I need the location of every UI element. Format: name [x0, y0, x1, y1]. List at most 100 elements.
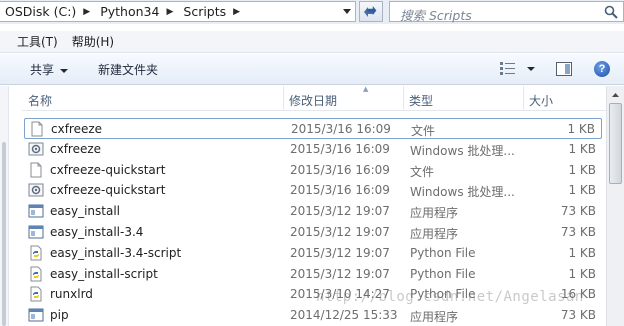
file-size: 1 KB	[568, 141, 596, 156]
file-type: Windows 批处理...	[410, 143, 515, 158]
menu-bar: 工具(T) 帮助(H)	[0, 31, 624, 53]
scrollbar-thumb[interactable]	[609, 103, 622, 184]
file-name: cxfreeze	[51, 122, 103, 136]
menu-tools[interactable]: 工具(T)	[17, 33, 58, 50]
file-type: Python File	[410, 245, 476, 260]
file-size: 1 KB	[568, 162, 596, 177]
watermark-text: http://blog.csdn.net/Angelasan	[316, 289, 584, 305]
column-header-date[interactable]: 修改日期	[289, 92, 337, 109]
file-type: 应用程序	[410, 206, 459, 221]
column-header-size[interactable]: 大小	[529, 92, 553, 109]
breadcrumb-chevron-icon[interactable]: ▶	[228, 7, 244, 17]
file-row[interactable]: easy_install-script 2015/3/12 19:07 Pyth…	[24, 264, 602, 285]
file-name: easy_install-3.4	[50, 224, 144, 239]
file-date: 2015/3/12 19:07	[290, 266, 390, 281]
menu-help[interactable]: 帮助(H)	[72, 33, 114, 50]
file-row[interactable]: pip 2014/12/25 15:33 应用程序 73 KB	[24, 305, 602, 326]
help-icon[interactable]: ?	[594, 61, 610, 77]
navigation-pane-scrollbar[interactable]	[0, 86, 9, 326]
refresh-icon	[364, 5, 377, 17]
command-toolbar: 共享 新建文件夹 ?	[0, 54, 624, 85]
column-divider[interactable]	[283, 86, 284, 110]
file-row[interactable]: easy_install-3.4-script 2015/3/12 19:07 …	[24, 243, 602, 264]
sort-arrow-icon: ▲	[363, 85, 369, 93]
search-icon[interactable]	[604, 5, 618, 19]
file-date: 2015/3/16 16:09	[291, 122, 391, 136]
chevron-down-icon	[527, 67, 535, 71]
vertical-scrollbar[interactable]	[606, 86, 624, 326]
share-button[interactable]: 共享	[30, 61, 69, 78]
column-headers: 名称 ▲ 修改日期 类型 大小	[22, 85, 606, 111]
file-size: 1 KB	[568, 183, 596, 198]
file-date: 2015/3/16 16:09	[290, 183, 390, 198]
file-size: 1 KB	[568, 266, 596, 281]
breadcrumb-chevron-icon[interactable]: ▶	[78, 7, 94, 17]
file-type: 应用程序	[410, 226, 459, 241]
search-placeholder: 搜索 Scripts	[400, 8, 472, 23]
chevron-down-icon	[343, 9, 351, 14]
view-list-icon	[500, 62, 515, 75]
file-type: Windows 批处理...	[410, 185, 515, 200]
file-size: 73 KB	[560, 224, 596, 239]
column-header-type[interactable]: 类型	[409, 92, 433, 109]
file-row[interactable]: easy_install-3.4 2015/3/12 19:07 应用程序 73…	[24, 222, 602, 243]
exe-icon	[28, 203, 44, 219]
file-date: 2015/3/12 19:07	[290, 204, 390, 219]
chevron-down-icon	[60, 68, 69, 73]
file-name: easy_install-3.4-script	[50, 245, 182, 260]
new-folder-label: 新建文件夹	[98, 63, 159, 77]
file-date: 2015/3/16 16:09	[290, 141, 390, 156]
exe-icon	[28, 224, 44, 240]
column-divider[interactable]	[403, 86, 404, 110]
change-view-button[interactable]	[499, 61, 535, 75]
file-size: 1 KB	[568, 245, 596, 260]
file-name: easy_install-script	[50, 266, 158, 281]
breadcrumb-python34[interactable]: Python34	[94, 4, 161, 19]
file-name: cxfreeze-quickstart	[50, 162, 166, 177]
file-name: cxfreeze-quickstart	[50, 183, 166, 198]
file-row[interactable]: cxfreeze-quickstart 2015/3/16 16:09 Wind…	[24, 180, 602, 201]
file-row[interactable]: easy_install 2015/3/12 19:07 应用程序 73 KB	[24, 201, 602, 222]
breadcrumb-chevron-icon[interactable]: ▶	[161, 7, 177, 17]
file-list-pane: 名称 ▲ 修改日期 类型 大小 cxfreeze 2015/3/16 16:09…	[0, 85, 624, 326]
python-file-icon	[28, 286, 44, 302]
breadcrumb-scripts[interactable]: Scripts	[177, 4, 228, 19]
batch-file-icon	[28, 141, 44, 157]
python-file-icon	[28, 266, 44, 282]
file-size: 1 KB	[567, 122, 595, 136]
address-bar-row: OSDisk (C:) ▶ Python34 ▶ Scripts ▶ 搜索 Sc…	[0, 0, 624, 24]
refresh-button[interactable]	[359, 1, 383, 22]
file-name: cxfreeze	[50, 141, 102, 156]
file-date: 2015/3/12 19:07	[290, 224, 390, 239]
file-date: 2014/12/25 15:33	[290, 308, 398, 323]
file-type: 文件	[411, 124, 436, 138]
new-folder-button[interactable]: 新建文件夹	[98, 61, 158, 78]
file-name: pip	[50, 308, 69, 323]
file-name: runxlrd	[50, 287, 93, 302]
file-name: easy_install	[50, 204, 121, 219]
python-file-icon	[28, 245, 44, 261]
file-type: 应用程序	[410, 310, 459, 325]
exe-icon	[28, 307, 44, 323]
file-row[interactable]: cxfreeze 2015/3/16 16:09 文件 1 KB	[24, 118, 602, 139]
blank-file-icon	[28, 162, 44, 178]
column-header-name[interactable]: 名称	[28, 92, 52, 109]
file-type: Python File	[410, 266, 476, 281]
file-row[interactable]: cxfreeze 2015/3/16 16:09 Windows 批处理... …	[24, 139, 602, 160]
preview-pane-icon[interactable]	[556, 62, 572, 76]
breadcrumb-osdisk[interactable]: OSDisk (C:)	[0, 4, 78, 19]
address-bar[interactable]: OSDisk (C:) ▶ Python34 ▶ Scripts ▶	[0, 1, 356, 22]
file-size: 73 KB	[560, 204, 596, 219]
search-input[interactable]: 搜索 Scripts	[389, 1, 624, 23]
address-dropdown-button[interactable]	[338, 2, 355, 21]
file-row[interactable]: cxfreeze-quickstart 2015/3/16 16:09 文件 1…	[24, 160, 602, 181]
file-date: 2015/3/16 16:09	[290, 162, 390, 177]
scroll-up-icon[interactable]	[607, 86, 624, 103]
blank-file-icon	[29, 121, 45, 137]
batch-file-icon	[28, 182, 44, 198]
column-divider[interactable]	[523, 86, 524, 110]
file-date: 2015/3/12 19:07	[290, 245, 390, 260]
file-size: 73 KB	[560, 308, 596, 323]
file-type: 文件	[410, 164, 435, 179]
share-label: 共享	[30, 63, 55, 77]
